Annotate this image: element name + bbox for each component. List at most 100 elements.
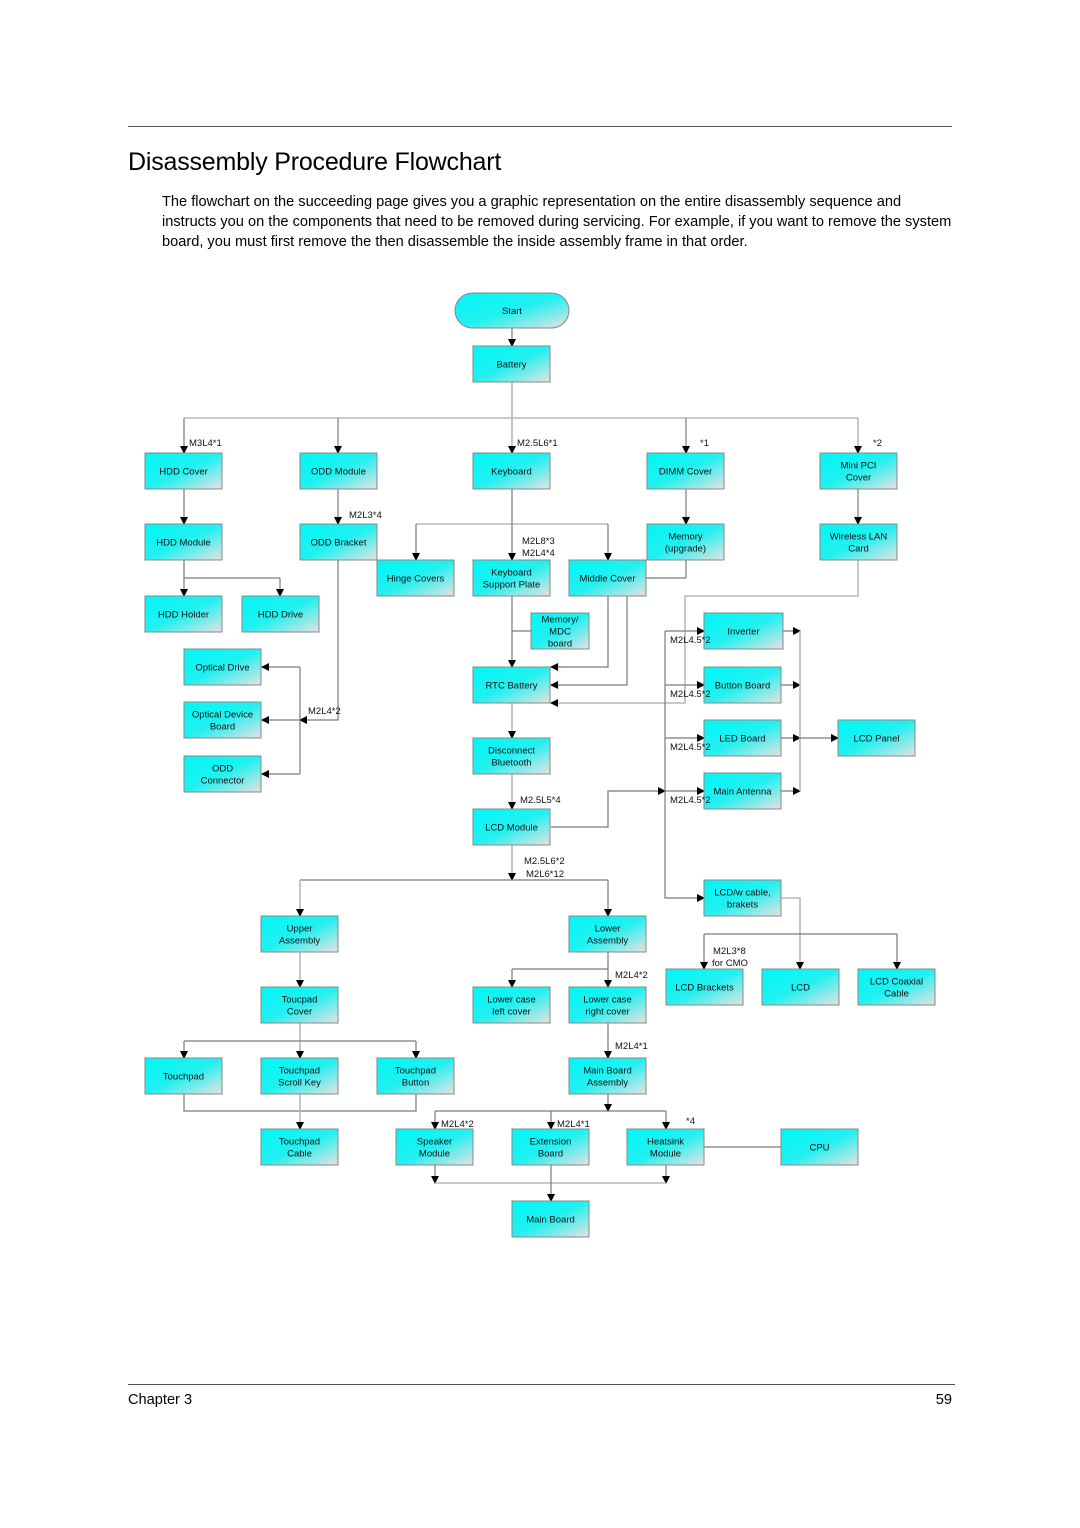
node-touchpad-scroll-key: TouchpadScroll Key [260,1057,339,1095]
node-optical-device-board: Optical DeviceBoard [183,701,262,739]
node-label: (upgrade) [665,544,706,555]
screw-label-main-board-assembly-screws: M2L4*1 [615,1041,648,1052]
node-label: Assembly [587,936,628,947]
node-label: Keyboard [491,467,532,478]
node-lower-assembly: LowerAssembly [568,915,647,953]
screw-label-odd-bracket-screws: M2L3*4 [349,510,382,521]
node-heatsink-module: HeatsinkModule [626,1128,705,1166]
node-label: Assembly [279,936,320,947]
node-odd-bracket: ODD Bracket [299,523,378,561]
node-label: Button [402,1078,429,1089]
node-label: Cable [884,989,909,1000]
node-toucpad-cover: ToucpadCover [260,986,339,1024]
screw-label-lcd-brackets-screws-1: M2L3*8 [713,946,746,957]
footer-chapter: Chapter 3 [128,1392,193,1408]
node-label: Main Antenna [713,787,772,798]
screw-label-lower-case-screws: M2L4*2 [615,970,648,981]
node-label: LED Board [719,734,765,745]
node-hdd-cover: HDD Cover [144,452,223,490]
node-lcd-w-cable-brakets: LCD/w cable,brakets [703,879,782,917]
node-odd-connector: ODDConnector [183,755,262,793]
node-label: Toucpad [282,995,318,1006]
node-main-board-assembly: Main BoardAssembly [568,1057,647,1095]
node-lcd: LCD [761,968,840,1006]
screw-label-kb-plate-screws-2: M2L4*4 [522,548,555,559]
disassembly-flowchart: Start Battery HDD Cover ODD Module Keyboard D… [144,292,936,1238]
node-label: RTC Battery [485,681,537,692]
node-label: Lower [595,924,621,935]
node-hdd-holder: HDD Holder [144,595,223,633]
node-label: Upper [287,924,313,935]
node-label: LCD Brackets [675,983,734,994]
node-odd-module: ODD Module [299,452,378,490]
node-memory-upgrade: Memory(upgrade) [646,523,725,561]
node-lower-case-right-cover: Lower caseright cover [568,986,647,1024]
node-label: Mini PCI [841,461,877,472]
node-label: ODD [212,764,233,775]
node-dimm-cover: DIMM Cover [646,452,725,490]
screw-label-optical-screws: M2L4*2 [308,706,341,717]
node-label: Touchpad [163,1072,204,1083]
node-label: CPU [809,1143,829,1154]
screw-label-inverter-screws: M2L4.5*2 [670,635,711,646]
node-label: Connector [201,776,245,787]
node-label: Heatsink [647,1137,684,1148]
node-label: LCD Module [485,823,538,834]
node-start: Start [454,292,570,329]
node-label: Cover [846,473,871,484]
node-label: HDD Holder [158,610,209,621]
node-label: Extension [530,1137,572,1148]
node-optical-drive: Optical Drive [183,648,262,686]
node-keyboard: Keyboard [472,452,551,490]
node-label: Keyboard [491,568,532,579]
screw-label-extension-screws: M2L4*1 [557,1119,590,1130]
node-label: MDC [549,627,571,638]
screw-label-dimm-note: *1 [700,438,709,449]
flowchart-nodes: Start Battery HDD Cover ODD Module Keyboard D… [144,292,936,1238]
screw-label-heatsink-note: *4 [686,1116,695,1127]
node-label: Bluetooth [491,758,531,769]
node-lcd-brackets: LCD Brackets [665,968,744,1006]
screw-label-assembly-screws-1: M2.5L6*2 [524,856,565,867]
node-memory-mdc-board: Memory/MDCboard [530,612,590,650]
node-cpu: CPU [780,1128,859,1166]
node-keyboard-support-plate: KeyboardSupport Plate [472,559,551,597]
node-touchpad-cable: TouchpadCable [260,1128,339,1166]
screw-label-main-antenna-screws: M2L4.5*2 [670,795,711,806]
node-label: Lower case [583,995,632,1006]
node-label: ODD Bracket [311,538,367,549]
node-label: HDD Module [156,538,210,549]
screw-label-assembly-screws-2: M2L6*12 [526,869,564,880]
node-rtc-battery: RTC Battery [472,666,551,704]
node-label: Memory/ [542,615,579,626]
node-label: Middle Cover [580,574,636,585]
node-touchpad: Touchpad [144,1057,223,1095]
node-label: Start [502,306,522,317]
node-label: LCD Coaxial [870,977,923,988]
node-main-antenna: Main Antenna [703,772,782,810]
connector [551,787,666,828]
node-wireless-lan-card: Wireless LANCard [819,523,898,561]
node-label: Cover [287,1007,312,1018]
screw-label-led-board-screws: M2L4.5*2 [670,742,711,753]
node-label: LCD Panel [854,734,900,745]
node-label: Battery [496,360,526,371]
node-label: Inverter [727,627,759,638]
node-label: Button Board [715,681,770,692]
node-lower-case-left-cover: Lower caseleft cover [472,986,551,1024]
node-speaker-module: SpeakerModule [395,1128,474,1166]
screw-label-lcd-module-screws: M2.5L5*4 [520,795,561,806]
node-hdd-drive: HDD Drive [241,595,320,633]
node-touchpad-button: TouchpadButton [376,1057,455,1095]
node-extension-board: ExtensionBoard [511,1128,590,1166]
node-label: DIMM Cover [659,467,712,478]
node-hdd-module: HDD Module [144,523,223,561]
screw-label-button-board-screws: M2L4.5*2 [670,689,711,700]
footer-rule [128,1384,955,1385]
node-label: Board [538,1149,563,1160]
node-label: Module [419,1149,450,1160]
node-battery: Battery [472,345,551,383]
node-label: Hinge Covers [387,574,445,585]
connector [299,560,339,724]
node-label: Card [848,544,869,555]
